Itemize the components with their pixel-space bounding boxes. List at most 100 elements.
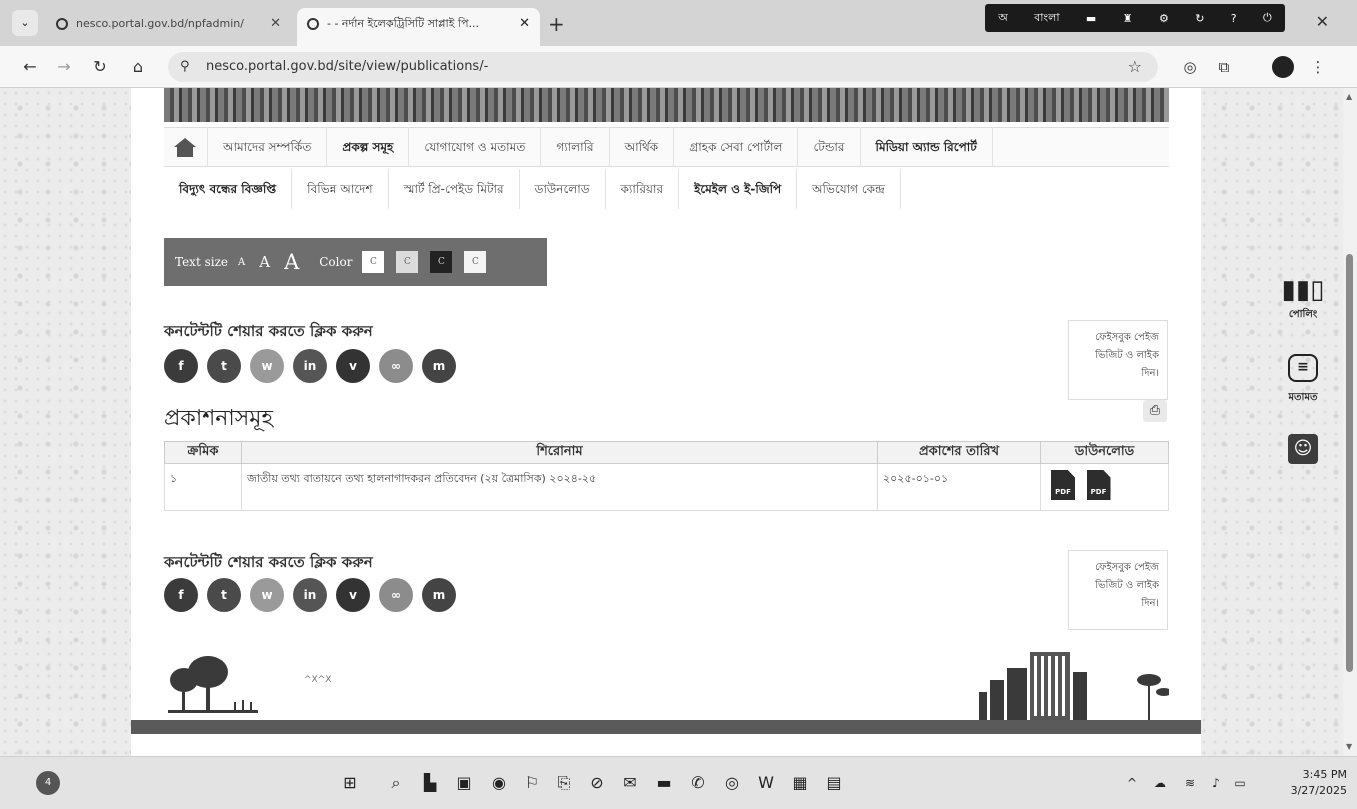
- accessibility-widget[interactable]: ☺: [1278, 434, 1328, 464]
- task-view-icon[interactable]: ▙: [418, 771, 442, 795]
- mail-icon[interactable]: ✉: [618, 771, 642, 795]
- text-size-medium-button[interactable]: A: [259, 253, 270, 271]
- power-icon[interactable]: ⏻: [1263, 11, 1272, 25]
- tab-close-icon[interactable]: ✕: [270, 8, 281, 40]
- color-option-white[interactable]: C: [362, 251, 385, 273]
- tab-publications[interactable]: - - নর্দান ইলেকট্রিসিটি সাপ্লাই পি... ✕: [297, 8, 540, 46]
- search-icon[interactable]: ⌕: [384, 771, 408, 795]
- twitter-share-icon[interactable]: t: [207, 578, 241, 612]
- text-size-large-button[interactable]: A: [284, 250, 299, 274]
- text-size-small-button[interactable]: A: [238, 257, 245, 268]
- menu-item[interactable]: গ্যালারি: [541, 127, 610, 167]
- menu-item[interactable]: অভিযোগ কেন্দ্র: [797, 169, 901, 209]
- title-cell[interactable]: জাতীয় তথ্য বাতায়নে তথ্য হালনাগাদকরন প্…: [241, 463, 878, 511]
- whatsapp-share-icon[interactable]: w: [250, 578, 284, 612]
- tab-search-button[interactable]: ⌄: [12, 10, 38, 36]
- address-bar[interactable]: ⚲ nesco.portal.gov.bd/site/view/publicat…: [168, 52, 1158, 82]
- tool-icon[interactable]: ♜: [1123, 12, 1133, 25]
- color-option-gray[interactable]: C: [396, 251, 419, 273]
- color-option-dark[interactable]: C: [430, 251, 453, 273]
- notepad-icon[interactable]: ▤: [822, 771, 846, 795]
- help-icon[interactable]: ?: [1231, 12, 1237, 25]
- bangla-glyph[interactable]: অ: [998, 9, 1008, 28]
- print-icon[interactable]: ⎙: [1143, 400, 1167, 422]
- bookmark-star-icon[interactable]: ☆: [1128, 52, 1142, 82]
- puzzle-icon[interactable]: ⧉: [1212, 55, 1236, 79]
- profile-avatar[interactable]: [1272, 56, 1294, 78]
- language-label[interactable]: বাংলা: [1034, 9, 1059, 28]
- link-share-icon[interactable]: ∞: [379, 578, 413, 612]
- browser-icon[interactable]: ◉: [487, 771, 511, 795]
- tab-nesco-admin[interactable]: nesco.portal.gov.bd/npfadmin/ ✕: [46, 8, 291, 46]
- wifi-icon[interactable]: ≋: [1178, 771, 1202, 795]
- feedback-widget[interactable]: ≡ মতামত: [1278, 354, 1328, 407]
- volume-icon[interactable]: ♪: [1204, 771, 1228, 795]
- scroll-up-icon[interactable]: ▲: [1346, 92, 1352, 101]
- facebook-page-box[interactable]: ফেইসবুক পেইজ ভিজিট ও লাইক দিন।: [1068, 550, 1168, 630]
- menu-item[interactable]: মিডিয়া অ্যান্ড রিপোর্ট: [861, 127, 993, 167]
- back-icon[interactable]: ←: [18, 55, 42, 79]
- home-menu-icon[interactable]: [164, 127, 208, 167]
- facebook-share-icon[interactable]: f: [164, 349, 198, 383]
- network-app-icon[interactable]: ⚐: [520, 771, 544, 795]
- file-explorer-icon[interactable]: ▣: [452, 771, 476, 795]
- twitter-share-icon[interactable]: t: [207, 349, 241, 383]
- widgets-icon[interactable]: 4: [36, 771, 60, 795]
- start-icon[interactable]: ⊞: [338, 771, 362, 795]
- window-close-button[interactable]: ✕: [1316, 12, 1329, 31]
- menu-item[interactable]: ডাউনলোড: [520, 169, 606, 209]
- menu-item[interactable]: বিদ্যুৎ বন্ধের বিজ্ঞপ্তি: [164, 169, 293, 209]
- publications-table: ক্রমিক শিরোনাম প্রকাশের তারিখ ডাউনলোড ১ …: [164, 441, 1169, 511]
- whatsapp-icon[interactable]: ✆: [686, 771, 710, 795]
- clock[interactable]: 3:45 PM 3/27/2025: [1291, 767, 1347, 799]
- whatsapp-share-icon[interactable]: w: [250, 349, 284, 383]
- menu-item[interactable]: বিভিন্ন আদেশ: [292, 169, 389, 209]
- minimize-icon[interactable]: ▬: [1086, 12, 1096, 25]
- menu-kebab-icon[interactable]: ⋮: [1306, 55, 1330, 79]
- menu-item[interactable]: আমাদের সম্পর্কিত: [208, 127, 328, 167]
- column-header: শিরোনাম: [241, 441, 878, 464]
- menu-item[interactable]: ক্যারিয়ার: [606, 169, 680, 209]
- site-info-icon[interactable]: ⚲: [180, 52, 190, 82]
- viber-share-icon[interactable]: v: [336, 578, 370, 612]
- pdf-download-icon[interactable]: PDF: [1051, 470, 1075, 500]
- new-tab-button[interactable]: +: [548, 12, 565, 36]
- menu-item[interactable]: স্মার্ট প্রি-পেইড মিটার: [389, 169, 520, 209]
- scroll-thumb[interactable]: [1346, 254, 1353, 672]
- messenger-share-icon[interactable]: m: [422, 578, 456, 612]
- reload-icon[interactable]: ↻: [88, 55, 112, 79]
- app-icon[interactable]: ▦: [788, 771, 812, 795]
- menu-item[interactable]: টেন্ডার: [798, 127, 861, 167]
- refresh-icon[interactable]: ↻: [1195, 12, 1204, 25]
- messenger-share-icon[interactable]: m: [422, 349, 456, 383]
- menu-item[interactable]: যোগাযোগ ও মতামত: [409, 127, 542, 167]
- link-share-icon[interactable]: ∞: [379, 349, 413, 383]
- viber-share-icon[interactable]: v: [336, 349, 370, 383]
- tab-close-icon[interactable]: ✕: [519, 8, 530, 40]
- linkedin-share-icon[interactable]: in: [293, 578, 327, 612]
- facebook-share-icon[interactable]: f: [164, 578, 198, 612]
- extension-icon[interactable]: ◎: [1178, 55, 1202, 79]
- cloud-icon[interactable]: ☁: [1148, 771, 1172, 795]
- menu-item[interactable]: গ্রাহক সেবা পোর্টাল: [674, 127, 799, 167]
- page-scrollbar[interactable]: ▲ ▼: [1343, 88, 1357, 756]
- color-option-light[interactable]: C: [464, 251, 487, 273]
- settings-icon[interactable]: ⚙: [1159, 12, 1169, 25]
- document-icon[interactable]: ⎘: [552, 771, 576, 795]
- facebook-page-box[interactable]: ফেইসবুক পেইজ ভিজিট ও লাইক দিন।: [1068, 320, 1168, 400]
- battery-icon[interactable]: ▭: [1228, 771, 1252, 795]
- compass-icon[interactable]: ⊘: [585, 771, 609, 795]
- menu-item[interactable]: আর্থিক: [610, 127, 675, 167]
- menu-item[interactable]: প্রকল্প সমূহ: [327, 127, 410, 167]
- home-icon[interactable]: ⌂: [126, 55, 150, 79]
- forward-icon[interactable]: →: [52, 55, 76, 79]
- scroll-down-icon[interactable]: ▼: [1346, 742, 1352, 751]
- pdf-download-icon[interactable]: PDF: [1086, 470, 1111, 500]
- menu-item[interactable]: ইমেইল ও ই-জিপি: [679, 169, 798, 209]
- chevron-up-icon[interactable]: ^: [1120, 771, 1144, 795]
- polling-widget[interactable]: ▮▮▯ পোলিং: [1278, 273, 1328, 324]
- linkedin-share-icon[interactable]: in: [293, 349, 327, 383]
- app-icon[interactable]: ▬: [652, 771, 676, 795]
- chrome-icon[interactable]: ◎: [720, 771, 744, 795]
- word-icon[interactable]: W: [754, 771, 778, 795]
